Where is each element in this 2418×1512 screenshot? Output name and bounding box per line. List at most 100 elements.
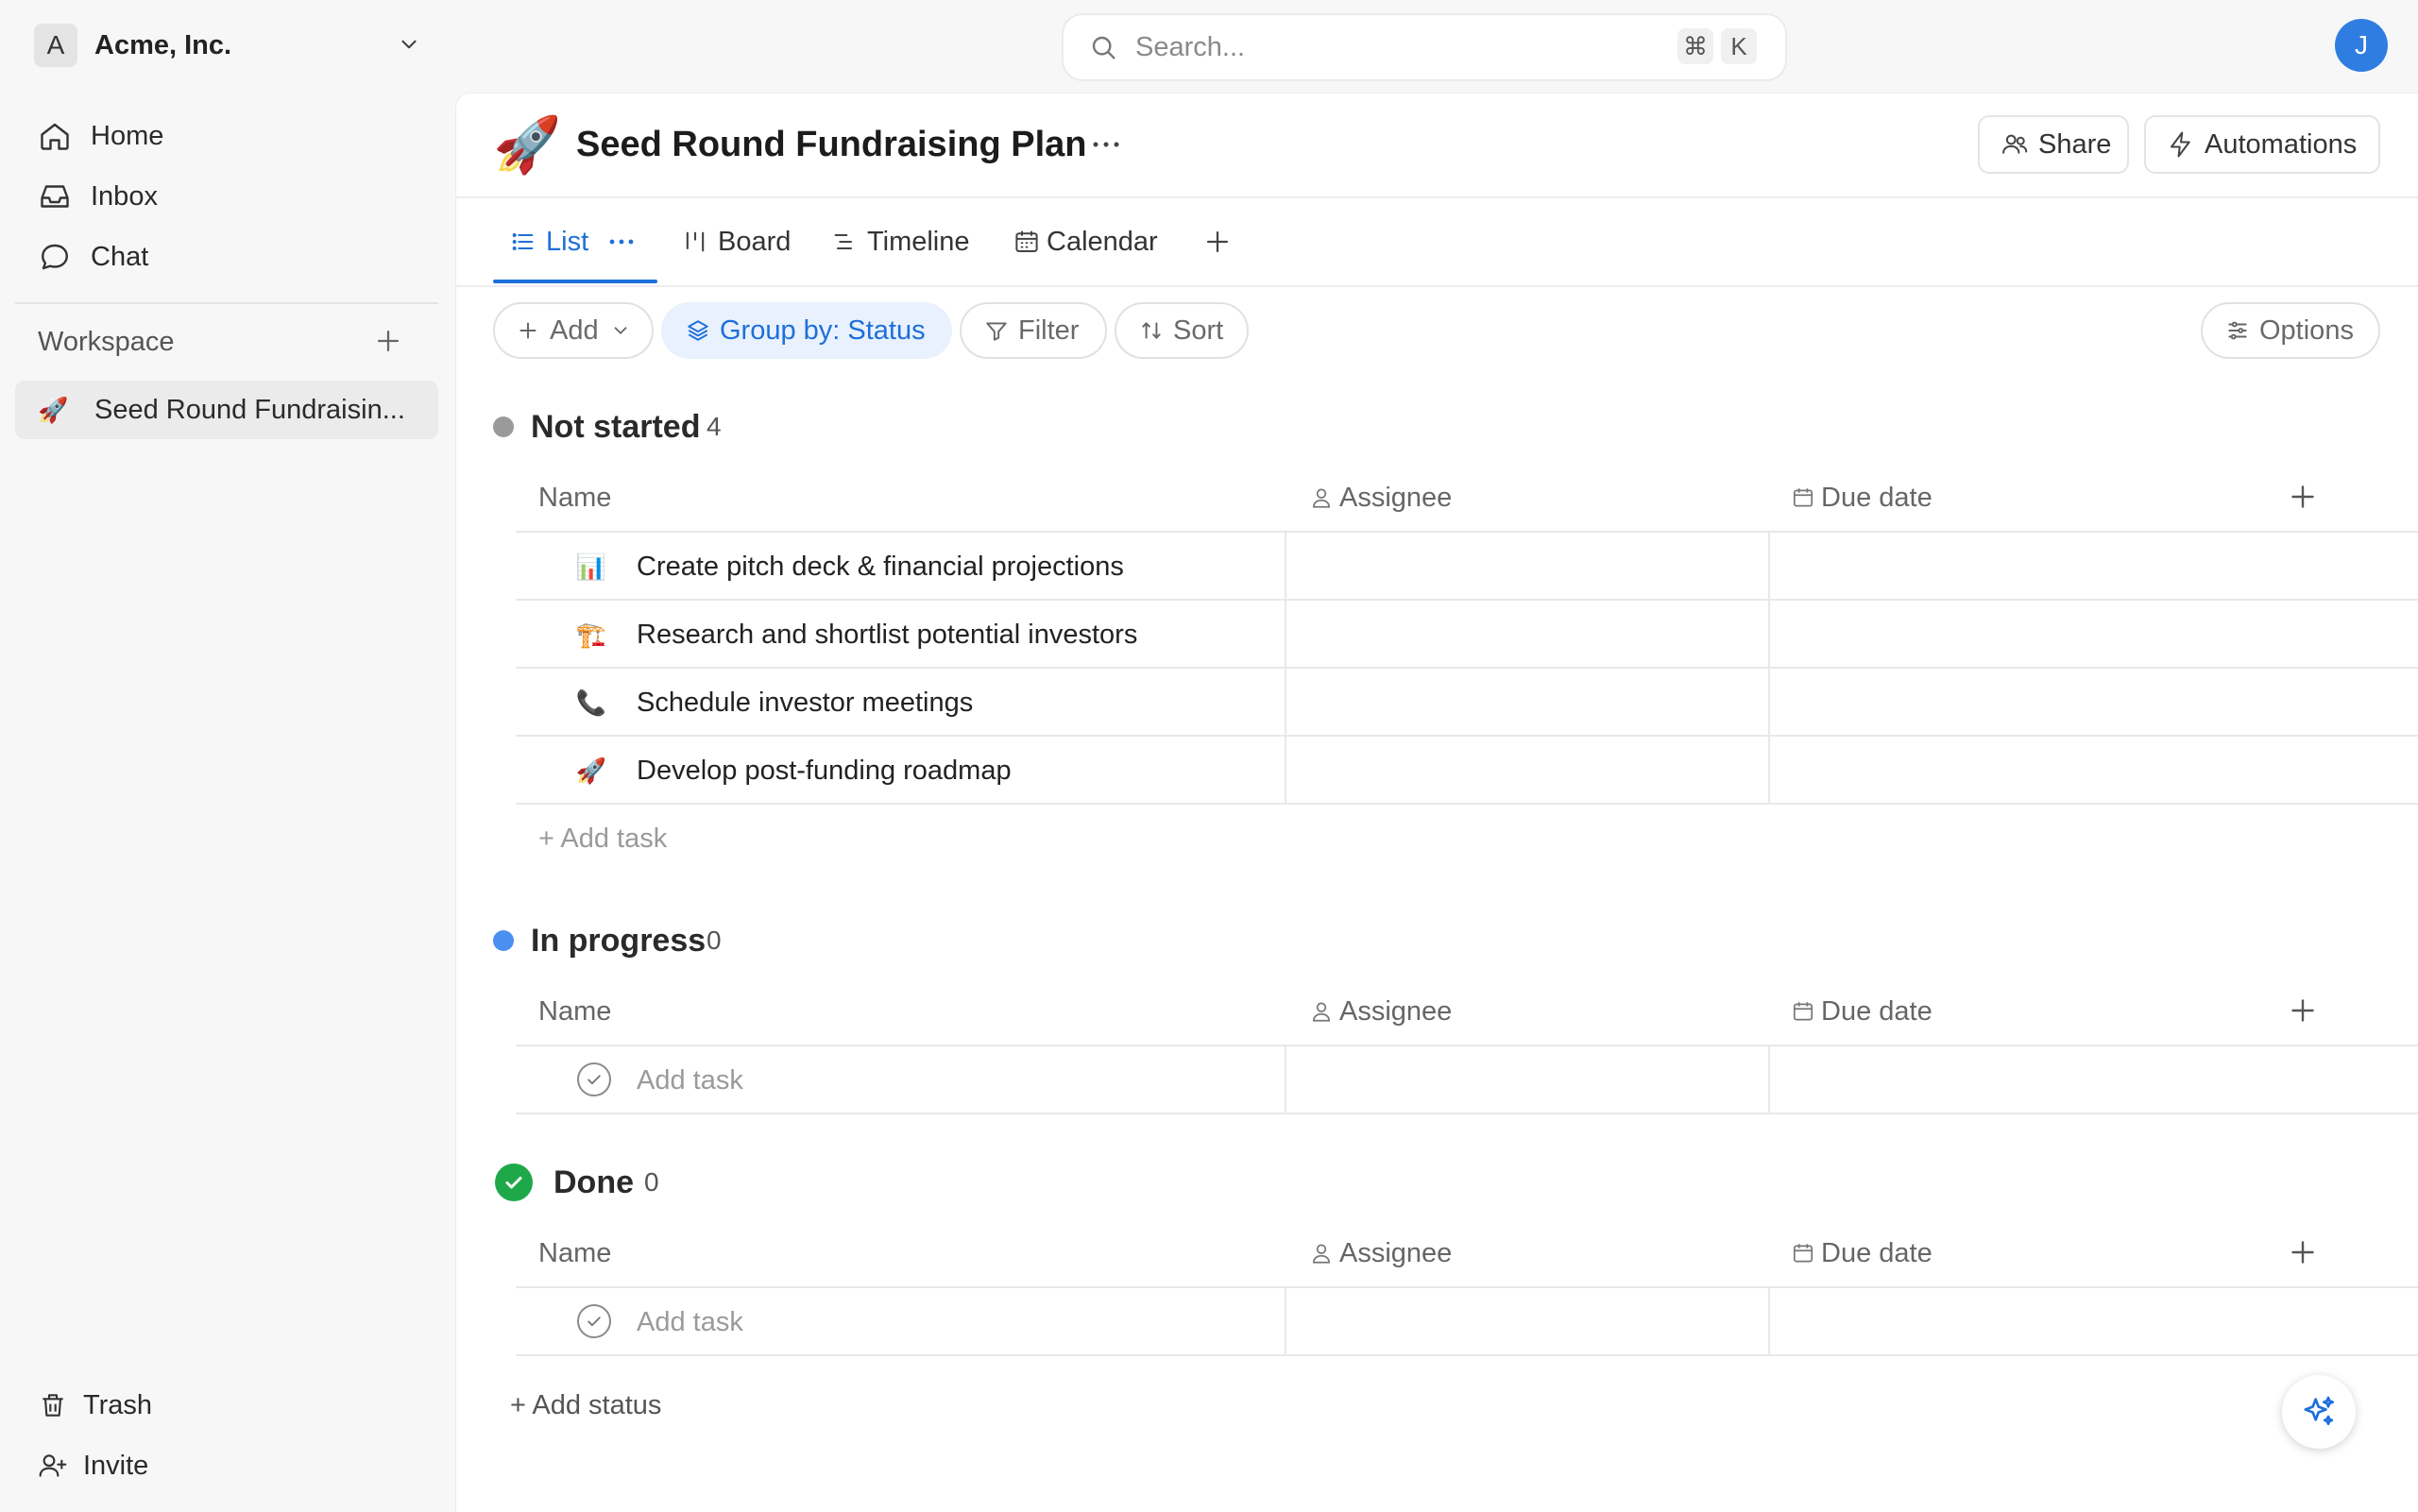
page-title[interactable]: Seed Round Fundraising Plan bbox=[576, 117, 1086, 172]
search-placeholder: Search... bbox=[1135, 31, 1246, 62]
org-switcher[interactable]: A Acme, Inc. bbox=[34, 23, 421, 68]
column-header-assignee[interactable]: Assignee bbox=[1309, 476, 1452, 519]
add-task-input[interactable]: Add task bbox=[637, 1060, 743, 1101]
group-count: 0 bbox=[644, 1167, 659, 1197]
add-column-icon[interactable] bbox=[2286, 480, 2320, 514]
sort-label: Sort bbox=[1173, 314, 1224, 346]
column-header-due-date[interactable]: Due date bbox=[1791, 1232, 1933, 1275]
sort-button[interactable]: Sort bbox=[1115, 302, 1249, 359]
table-row-divider bbox=[516, 1286, 2418, 1288]
nav-trash-label: Trash bbox=[83, 1389, 153, 1420]
workspace-item-seed-round[interactable]: 🚀 Seed Round Fundraisin... bbox=[15, 381, 438, 439]
nav-inbox[interactable]: Inbox bbox=[38, 170, 158, 223]
chart-icon[interactable]: 📊 bbox=[572, 548, 610, 586]
share-label: Share bbox=[2038, 128, 2112, 160]
check-circle-icon[interactable] bbox=[577, 1304, 611, 1338]
users-icon bbox=[2001, 130, 2029, 159]
filter-button[interactable]: Filter bbox=[960, 302, 1107, 359]
tab-more-icon[interactable] bbox=[607, 232, 636, 251]
column-divider bbox=[1768, 531, 1770, 805]
column-due-date-label: Due date bbox=[1821, 1238, 1933, 1268]
add-task-input[interactable]: Add task bbox=[637, 1301, 743, 1343]
tab-calendar[interactable]: Calendar bbox=[1013, 215, 1158, 268]
tab-board[interactable]: Board bbox=[682, 215, 791, 268]
more-icon[interactable] bbox=[1090, 132, 1122, 157]
group-by-button[interactable]: Group by: Status bbox=[661, 302, 952, 359]
table-row-divider bbox=[516, 1354, 2418, 1356]
add-task-button[interactable]: + Add task bbox=[538, 818, 667, 859]
status-dot-in-progress bbox=[493, 930, 514, 951]
sidebar: A Acme, Inc. Home Inbox Chat Workspace 🚀… bbox=[0, 0, 455, 1511]
column-header-name[interactable]: Name bbox=[538, 990, 611, 1033]
nav-invite[interactable]: Invite bbox=[38, 1439, 148, 1492]
column-header-assignee[interactable]: Assignee bbox=[1309, 1232, 1452, 1275]
share-button[interactable]: Share bbox=[1978, 115, 2129, 174]
add-column-icon[interactable] bbox=[2286, 994, 2320, 1028]
column-due-date-label: Due date bbox=[1821, 996, 1933, 1027]
table-row-divider bbox=[516, 531, 2418, 533]
tab-list[interactable]: List bbox=[510, 215, 636, 268]
tab-calendar-label: Calendar bbox=[1047, 226, 1158, 257]
phone-icon[interactable]: 📞 bbox=[572, 684, 610, 722]
nav-home-label: Home bbox=[91, 120, 164, 151]
user-icon bbox=[1309, 999, 1334, 1024]
user-icon bbox=[1309, 485, 1334, 510]
add-column-icon[interactable] bbox=[2286, 1235, 2320, 1269]
sliders-icon bbox=[2225, 318, 2250, 343]
lightning-icon bbox=[2167, 130, 2195, 159]
group-count: 4 bbox=[707, 412, 722, 441]
shortcut-k-key: K bbox=[1721, 28, 1757, 64]
nav-chat[interactable]: Chat bbox=[38, 230, 148, 283]
column-header-due-date[interactable]: Due date bbox=[1791, 990, 1933, 1033]
user-avatar[interactable]: J bbox=[2335, 19, 2388, 72]
group-title-not-started[interactable]: Not started bbox=[531, 405, 700, 449]
shortcut-cmd-key: ⌘ bbox=[1677, 28, 1713, 64]
workspace-label: Workspace bbox=[38, 327, 175, 357]
automations-button[interactable]: Automations bbox=[2144, 115, 2380, 174]
header-divider bbox=[455, 196, 2418, 198]
task-name[interactable]: Schedule investor meetings bbox=[637, 682, 973, 723]
nav-trash[interactable]: Trash bbox=[38, 1379, 152, 1432]
sidebar-divider bbox=[15, 302, 438, 304]
construction-icon[interactable]: 🏗️ bbox=[572, 616, 610, 654]
nav-home[interactable]: Home bbox=[38, 110, 163, 162]
check-circle-icon[interactable] bbox=[577, 1062, 611, 1096]
task-name[interactable]: Research and shortlist potential investo… bbox=[637, 614, 1137, 655]
table-row-divider bbox=[516, 667, 2418, 669]
nav-inbox-label: Inbox bbox=[91, 180, 158, 212]
automations-label: Automations bbox=[2205, 128, 2358, 160]
task-name[interactable]: Develop post-funding roadmap bbox=[637, 750, 1012, 791]
user-icon bbox=[1309, 1241, 1334, 1266]
add-workspace-item-icon[interactable] bbox=[372, 325, 404, 357]
column-header-name[interactable]: Name bbox=[538, 476, 611, 519]
add-view-button[interactable] bbox=[1201, 215, 1234, 268]
rocket-icon[interactable]: 🚀 bbox=[493, 113, 561, 178]
group-title-in-progress[interactable]: In progress bbox=[531, 919, 706, 962]
org-avatar: A bbox=[34, 24, 77, 67]
tab-timeline[interactable]: Timeline bbox=[831, 215, 970, 268]
user-plus-icon bbox=[38, 1451, 76, 1481]
search-input[interactable]: Search... ⌘ K bbox=[1062, 13, 1787, 81]
column-assignee-label: Assignee bbox=[1339, 1238, 1453, 1268]
ai-assistant-button[interactable] bbox=[2282, 1375, 2356, 1449]
add-button[interactable]: Add bbox=[493, 302, 654, 359]
group-title-done[interactable]: Done bbox=[553, 1161, 634, 1204]
add-status-button[interactable]: + Add status bbox=[510, 1385, 661, 1426]
column-divider bbox=[1285, 1045, 1286, 1114]
column-header-name[interactable]: Name bbox=[538, 1232, 611, 1275]
rocket-icon: 🚀 bbox=[38, 395, 69, 424]
tabs-divider bbox=[455, 285, 2418, 287]
column-header-assignee[interactable]: Assignee bbox=[1309, 990, 1452, 1033]
table-row-divider bbox=[516, 1113, 2418, 1114]
calendar-icon bbox=[1791, 1241, 1815, 1266]
task-name[interactable]: Create pitch deck & financial projection… bbox=[637, 546, 1124, 587]
rocket-icon[interactable]: 🚀 bbox=[572, 752, 610, 790]
column-divider bbox=[1285, 531, 1286, 805]
column-header-due-date[interactable]: Due date bbox=[1791, 476, 1933, 519]
home-icon bbox=[38, 119, 76, 153]
column-name-label: Name bbox=[538, 1238, 612, 1268]
column-name-label: Name bbox=[538, 996, 612, 1027]
table-row-divider bbox=[516, 803, 2418, 805]
column-assignee-label: Assignee bbox=[1339, 483, 1453, 513]
options-button[interactable]: Options bbox=[2201, 302, 2380, 359]
